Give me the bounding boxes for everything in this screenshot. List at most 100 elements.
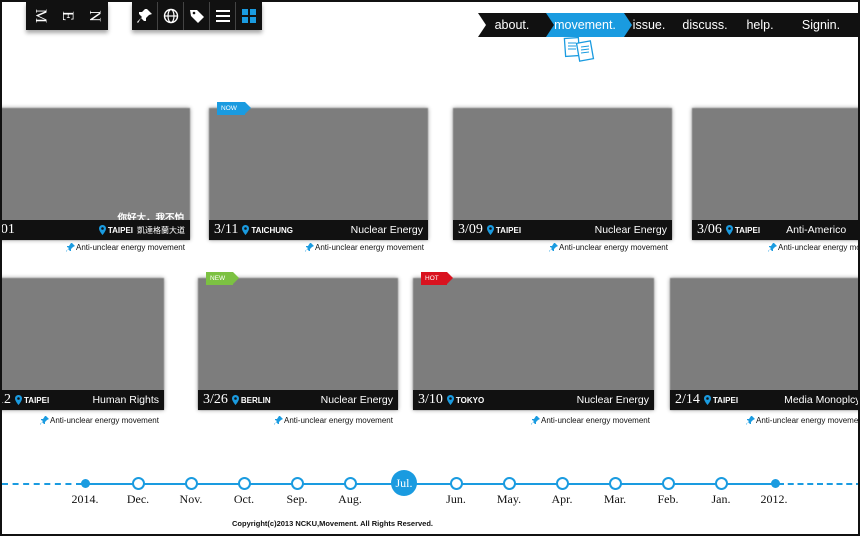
timeline-node-jan[interactable] xyxy=(715,477,728,490)
nav-discuss[interactable]: discuss. xyxy=(674,13,736,37)
logo-letter-e: E xyxy=(58,11,76,21)
event-card[interactable]: NEW 3/26 BERLIN Nuclear Energy Anti-uncl… xyxy=(198,272,398,428)
event-city: TAICHUNG xyxy=(251,225,293,235)
event-city: TAIPEI xyxy=(24,395,50,405)
timeline-node-active[interactable]: Jul. xyxy=(391,470,417,496)
timeline-node-nov[interactable] xyxy=(185,477,198,490)
event-info-bar: 3/09 TAIPEI Nuclear Energy xyxy=(453,220,672,240)
pushpin-icon xyxy=(66,243,75,252)
event-card[interactable]: 3/06 TAIPEI Anti-Americo Anti-unclear en… xyxy=(692,108,858,258)
event-tag[interactable]: Anti-unclear energy movement xyxy=(768,243,858,252)
now-ribbon: NOW xyxy=(217,102,251,115)
event-tag[interactable]: Anti-unclear energy movement xyxy=(274,416,393,425)
timeline-label: Sep. xyxy=(286,492,308,506)
list-view-button[interactable] xyxy=(210,2,236,30)
timeline-label: May. xyxy=(496,492,522,506)
event-info-bar: 3/10 TOKYO Nuclear Energy xyxy=(413,390,654,410)
event-tag[interactable]: Anti-unclear energy movement xyxy=(549,243,668,252)
nav-movement[interactable]: movement. xyxy=(546,13,632,37)
timeline-node-jun[interactable] xyxy=(450,477,463,490)
event-tag[interactable]: Anti-unclear energy movement xyxy=(531,416,650,425)
event-info-bar: 3/11 TAICHUNG Nuclear Energy xyxy=(209,220,428,240)
timeline-node-sep[interactable] xyxy=(291,477,304,490)
event-info-bar: 12 TAIPEI Human Rights xyxy=(2,390,164,410)
grid-view-icon xyxy=(242,9,256,23)
event-info-bar: 3/26 BERLIN Nuclear Energy xyxy=(198,390,398,410)
timeline-dashed-right xyxy=(778,483,858,485)
tag-icon xyxy=(189,10,204,23)
timeline-label: 2012. xyxy=(760,492,788,506)
timeline-node-oct[interactable] xyxy=(238,477,251,490)
location-pin-icon xyxy=(703,395,711,405)
event-card[interactable]: NOW 3/11 TAICHUNG Nuclear Energy Anti-un… xyxy=(209,102,428,258)
event-topic: Media Monoplcy xyxy=(784,394,860,406)
timeline-label: 2014. xyxy=(71,492,99,506)
event-date: 3/10 xyxy=(418,392,443,407)
pushpin-icon xyxy=(40,416,49,425)
event-city: TAIPEI xyxy=(734,225,761,235)
event-date: 3/26 xyxy=(203,392,228,407)
tag-button[interactable] xyxy=(184,2,210,30)
timeline-node-dec[interactable] xyxy=(132,477,145,490)
timeline-label: Jan. xyxy=(711,492,731,506)
list-view-icon xyxy=(215,10,230,22)
event-card[interactable]: 2/14 TAIPEI Media Monoplcy Anti-unclear … xyxy=(670,278,860,428)
event-card[interactable]: 你好大，我不怕 /01 TAIPEI 凱達格蘭大道 Anti-unclear e… xyxy=(2,108,190,258)
event-info-bar: /01 TAIPEI 凱達格蘭大道 xyxy=(2,220,190,240)
timeline-node-2012[interactable] xyxy=(771,479,780,488)
view-toolbar xyxy=(132,2,262,30)
timeline-node-mar[interactable] xyxy=(609,477,622,490)
location-pin-icon xyxy=(15,395,22,405)
new-ribbon: NEW xyxy=(206,272,240,285)
location-pin-icon xyxy=(98,225,106,235)
event-tag[interactable]: Anti-unclear energy movement xyxy=(40,416,159,425)
event-card[interactable]: 3/09 TAIPEI Nuclear Energy Anti-unclear … xyxy=(453,108,672,258)
nav-help[interactable]: help. xyxy=(736,13,784,37)
location-pin-icon xyxy=(486,225,494,235)
pushpin-icon xyxy=(768,243,777,252)
timeline-node-2014[interactable] xyxy=(81,479,90,488)
menu-logo[interactable]: M E N xyxy=(26,2,108,30)
pushpin-icon xyxy=(531,416,540,425)
timeline-dashed-left xyxy=(2,483,82,485)
globe-button[interactable] xyxy=(158,2,184,30)
pushpin-icon xyxy=(305,243,314,252)
pin-button[interactable] xyxy=(132,2,158,30)
event-date: 2/14 xyxy=(675,392,700,407)
event-card[interactable]: 12 TAIPEI Human Rights Anti-unclear ener… xyxy=(2,278,164,428)
event-date: 3/11 xyxy=(214,222,239,237)
grid-view-button[interactable] xyxy=(236,2,262,30)
documents-icon xyxy=(563,36,595,62)
event-card[interactable]: HOT 3/10 TOKYO Nuclear Energy Anti-uncle… xyxy=(413,272,654,428)
hot-ribbon: HOT xyxy=(421,272,453,285)
event-city: TAIPEI xyxy=(495,225,522,235)
pin-icon xyxy=(136,9,152,23)
event-topic: Human Rights xyxy=(92,394,159,406)
event-date: 12 xyxy=(2,392,11,407)
timeline-node-may[interactable] xyxy=(503,477,516,490)
timeline-node-apr[interactable] xyxy=(556,477,569,490)
event-tag[interactable]: Anti-unclear energy movement xyxy=(66,243,185,252)
logo-letter-m: M xyxy=(31,8,49,24)
event-topic: Nuclear Energy xyxy=(320,394,393,406)
nav-about[interactable]: about. xyxy=(478,13,546,37)
nav-signin[interactable]: Signin. xyxy=(784,13,858,37)
timeline-label: Feb. xyxy=(657,492,679,506)
timeline-label: Aug. xyxy=(338,492,362,506)
event-tag[interactable]: Anti-unclear energy movement xyxy=(746,416,858,425)
event-tag[interactable]: Anti-unclear energy movement xyxy=(305,243,424,252)
timeline-label: Apr. xyxy=(551,492,573,506)
event-address: 凱達格蘭大道 xyxy=(137,225,185,235)
main-nav: about. movement. issue. discuss. help. S… xyxy=(478,13,858,37)
pushpin-icon xyxy=(746,416,755,425)
timeline-label: Nov. xyxy=(179,492,203,506)
event-topic: Nuclear Energy xyxy=(594,224,667,236)
timeline-node-aug[interactable] xyxy=(344,477,357,490)
location-pin-icon xyxy=(446,395,454,405)
timeline-node-feb[interactable] xyxy=(662,477,675,490)
copyright-footer: Copyright(c)2013 NCKU,Movement. All Righ… xyxy=(232,519,434,528)
timeline-label: Jun. xyxy=(446,492,466,506)
event-info-bar: 2/14 TAIPEI Media Monoplcy xyxy=(670,390,860,410)
event-info-bar: 3/06 TAIPEI Anti-Americo xyxy=(692,220,858,240)
timeline-label: Dec. xyxy=(126,492,150,506)
